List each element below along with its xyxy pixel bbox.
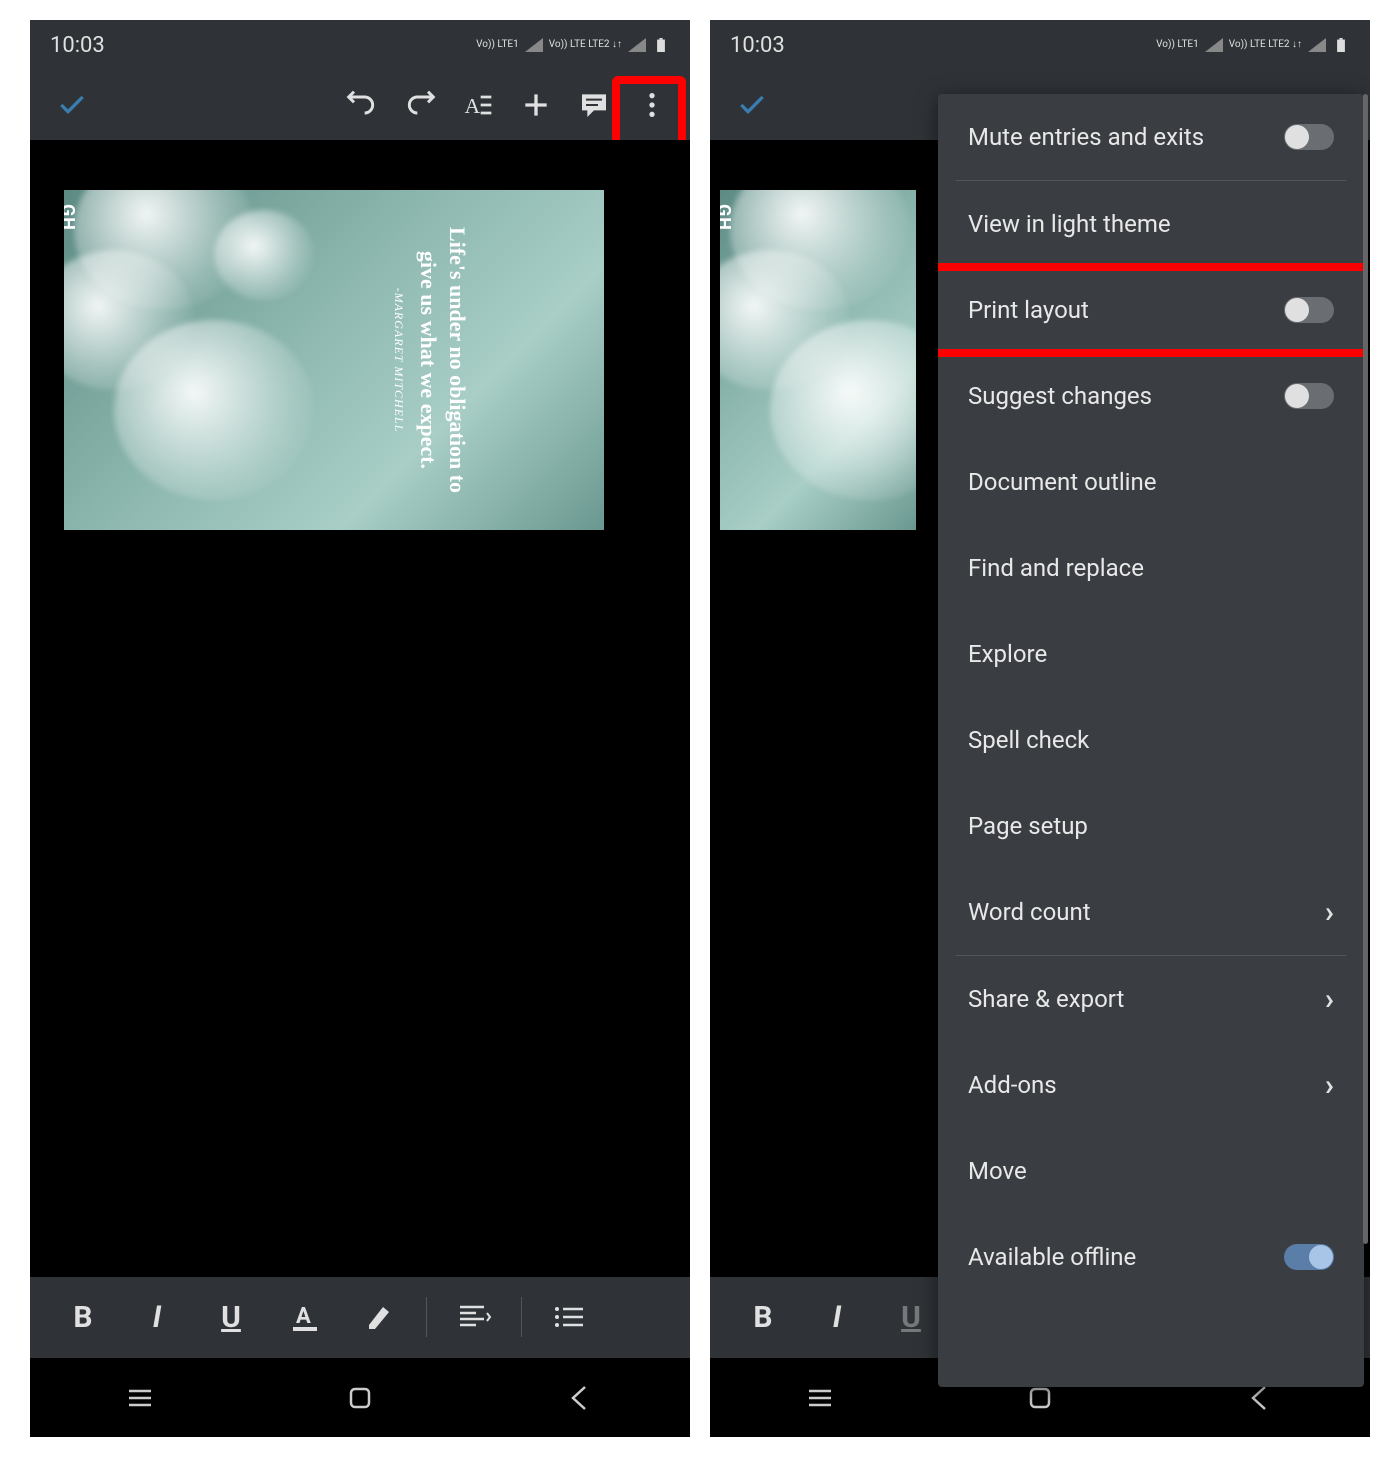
image-quote: Life's under no obligation to give us wh…: [391, 210, 471, 510]
more-options-button[interactable]: [628, 81, 676, 129]
toggle-switch[interactable]: [1284, 1244, 1334, 1270]
signal-icon: [525, 38, 543, 52]
done-button[interactable]: [724, 81, 780, 129]
separator: [521, 1297, 522, 1337]
menu-item-explore[interactable]: Explore: [938, 611, 1364, 697]
menu-item-share-export[interactable]: Share & export ›: [938, 956, 1364, 1042]
signal-icon: [1205, 38, 1223, 52]
chevron-right-icon: ›: [1325, 982, 1334, 1017]
menu-item-suggest-changes[interactable]: Suggest changes: [938, 353, 1364, 439]
signal-icon: [1308, 38, 1326, 52]
align-button[interactable]: [441, 1287, 507, 1347]
menu-item-label: Spell check: [968, 726, 1089, 754]
embedded-image[interactable]: GH: [720, 190, 916, 530]
editor-toolbar: A: [30, 70, 690, 140]
menu-item-view-in-light-theme[interactable]: View in light theme: [938, 181, 1364, 267]
menu-item-word-count[interactable]: Word count ›: [938, 869, 1364, 955]
status-indicators: Vo)) LTE1 Vo)) LTE LTE2 ↓↑: [476, 38, 670, 52]
comment-button[interactable]: [570, 81, 618, 129]
text-color-button[interactable]: A: [272, 1287, 338, 1347]
status-bar: 10:03 Vo)) LTE1 Vo)) LTE LTE2 ↓↑: [30, 20, 690, 70]
status-bar: 10:03 Vo)) LTE1 Vo)) LTE LTE2 ↓↑: [710, 20, 1370, 70]
clock: 10:03: [730, 33, 785, 58]
recents-button[interactable]: [770, 1368, 870, 1428]
image-badge: GH: [720, 204, 734, 231]
menu-item-label: View in light theme: [968, 210, 1171, 238]
text-format-button[interactable]: A: [454, 81, 502, 129]
menu-item-mute-entries-and-exits[interactable]: Mute entries and exits: [938, 94, 1364, 180]
image-badge: GH: [64, 204, 78, 231]
menu-item-label: Mute entries and exits: [968, 123, 1204, 151]
menu-item-label: Available offline: [968, 1243, 1136, 1271]
menu-item-label: Move: [968, 1157, 1027, 1185]
menu-item-spell-check[interactable]: Spell check: [938, 697, 1364, 783]
bold-button[interactable]: B: [730, 1287, 796, 1347]
menu-item-move[interactable]: Move: [938, 1128, 1364, 1214]
back-button[interactable]: [530, 1368, 630, 1428]
toggle-switch[interactable]: [1284, 124, 1334, 150]
underline-button[interactable]: U: [198, 1287, 264, 1347]
menu-item-page-setup[interactable]: Page setup: [938, 783, 1364, 869]
toggle-switch[interactable]: [1284, 383, 1334, 409]
menu-item-find-and-replace[interactable]: Find and replace: [938, 525, 1364, 611]
format-bar: B I U A: [30, 1277, 690, 1357]
bold-button[interactable]: B: [50, 1287, 116, 1347]
document-canvas[interactable]: GH Life's under no obligation to give us…: [30, 140, 690, 1277]
svg-text:A: A: [296, 1304, 311, 1329]
battery-icon: [1332, 38, 1350, 52]
highlight-button[interactable]: [346, 1287, 412, 1347]
status-indicators: Vo)) LTE1 Vo)) LTE LTE2 ↓↑: [1156, 38, 1350, 52]
menu-item-label: Word count: [968, 898, 1091, 926]
toggle-switch[interactable]: [1284, 297, 1334, 323]
separator: [426, 1297, 427, 1337]
menu-item-label: Suggest changes: [968, 382, 1152, 410]
svg-text:A: A: [465, 94, 481, 118]
battery-icon: [652, 38, 670, 52]
overflow-menu: Mute entries and exits View in light them…: [938, 94, 1364, 1387]
chevron-right-icon: ›: [1325, 895, 1334, 930]
menu-item-label: Print layout: [968, 296, 1089, 324]
phone-screenshot-left: 10:03 Vo)) LTE1 Vo)) LTE LTE2 ↓↑ A: [30, 20, 690, 1437]
menu-item-label: Add-ons: [968, 1071, 1057, 1099]
home-button[interactable]: [310, 1368, 410, 1428]
done-button[interactable]: [44, 81, 100, 129]
menu-item-add-ons[interactable]: Add-ons ›: [938, 1042, 1364, 1128]
menu-item-label: Page setup: [968, 812, 1088, 840]
underline-button[interactable]: U: [878, 1287, 944, 1347]
menu-item-label: Explore: [968, 640, 1047, 668]
scrollbar-indicator: [1363, 94, 1368, 1244]
system-nav-bar: [30, 1357, 690, 1437]
italic-button[interactable]: I: [124, 1287, 190, 1347]
phone-screenshot-right: 10:03 Vo)) LTE1 Vo)) LTE LTE2 ↓↑ GH B I …: [710, 20, 1370, 1437]
undo-button[interactable]: [338, 81, 386, 129]
menu-item-label: Find and replace: [968, 554, 1144, 582]
menu-item-print-layout[interactable]: Print layout: [938, 267, 1364, 353]
list-button[interactable]: [536, 1287, 602, 1347]
insert-button[interactable]: [512, 81, 560, 129]
clock: 10:03: [50, 33, 105, 58]
redo-button[interactable]: [396, 81, 444, 129]
menu-item-document-outline[interactable]: Document outline: [938, 439, 1364, 525]
menu-item-label: Document outline: [968, 468, 1156, 496]
recents-button[interactable]: [90, 1368, 190, 1428]
menu-item-available-offline[interactable]: Available offline: [938, 1214, 1364, 1300]
menu-item-label: Share & export: [968, 985, 1124, 1013]
chevron-right-icon: ›: [1325, 1068, 1334, 1103]
embedded-image[interactable]: GH Life's under no obligation to give us…: [64, 190, 604, 530]
italic-button[interactable]: I: [804, 1287, 870, 1347]
signal-icon: [628, 38, 646, 52]
